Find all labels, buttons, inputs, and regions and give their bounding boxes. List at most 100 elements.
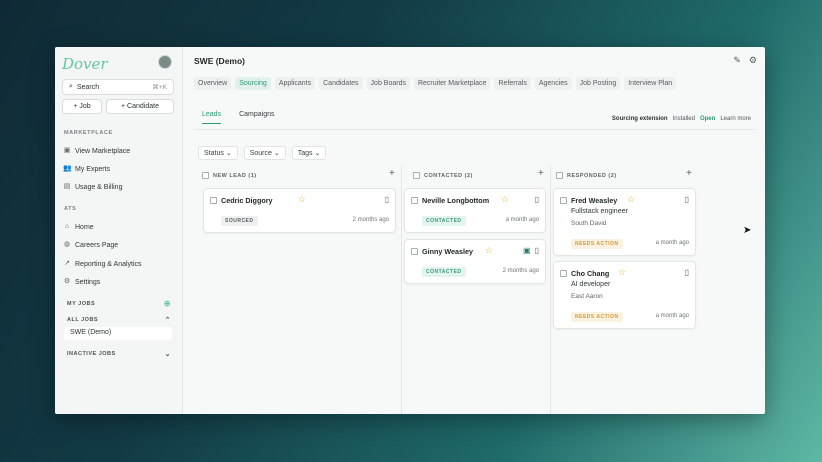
subtab-leads[interactable]: Leads: [202, 111, 222, 124]
candidate-card[interactable]: Cedric Diggory ☆ ▯ SOURCED 2 months ago: [203, 188, 396, 233]
candidate-role: Fullstack engineer: [571, 208, 628, 215]
candidate-card[interactable]: Ginny Weasley ☆ ▣ ▯ CONTACTED 2 months a…: [404, 239, 546, 284]
status-badge: NEEDS ACTION: [571, 239, 623, 249]
source-filter[interactable]: Source ⌄: [243, 146, 286, 160]
card-checkbox[interactable]: [411, 248, 418, 255]
select-all-checkbox[interactable]: [556, 172, 563, 179]
chevron-down-icon: ⌄: [314, 150, 321, 157]
nav-usage-billing[interactable]: ▤ Usage & Billing: [63, 181, 123, 193]
candidate-card[interactable]: Neville Longbottom ☆ ▯ CONTACTED a month…: [404, 188, 546, 233]
timestamp: a month ago: [505, 217, 539, 223]
inactive-jobs-section[interactable]: INACTIVE JOBS ⌄: [67, 350, 171, 358]
tab-referrals[interactable]: Referrals: [494, 77, 531, 90]
select-all-checkbox[interactable]: [413, 172, 420, 179]
column-title: CONTACTED (2): [424, 172, 473, 179]
extension-status: Sourcing extension Installed Open Learn …: [612, 116, 751, 122]
tab-agencies[interactable]: Agencies: [534, 77, 572, 90]
add-candidate-button[interactable]: + Candidate: [106, 99, 174, 114]
search-input[interactable]: ⌕ Search ⌘+K: [62, 79, 174, 95]
globe-icon: ◍: [63, 241, 71, 248]
status-filter[interactable]: Status ⌄: [198, 146, 238, 160]
nav-careers-page[interactable]: ◍ Careers Page: [63, 239, 118, 251]
subtab-campaigns[interactable]: Campaigns: [239, 111, 274, 124]
status-badge: CONTACTED: [422, 216, 466, 226]
nav-label: View Marketplace: [75, 147, 131, 155]
document-icon[interactable]: ▯: [535, 195, 539, 204]
sidebar: Dover ⌕ Search ⌘+K + Job + Candidate MAR…: [55, 47, 183, 414]
nav-settings[interactable]: ⚙ Settings: [63, 276, 100, 288]
tab-interview-plan[interactable]: Interview Plan: [624, 77, 677, 90]
card-checkbox[interactable]: [560, 197, 567, 204]
nav-view-marketplace[interactable]: ▣ View Marketplace: [63, 145, 130, 157]
nav-label: Careers Page: [75, 241, 119, 249]
document-icon[interactable]: ▯: [685, 268, 689, 277]
nav-my-experts[interactable]: 👥 My Experts: [63, 163, 110, 175]
add-responded-icon[interactable]: +: [686, 168, 692, 179]
learn-more-link[interactable]: Learn more: [720, 116, 751, 122]
tags-filter[interactable]: Tags ⌄: [291, 146, 327, 160]
divider: [194, 129, 755, 130]
chevron-down-icon: ⌄: [273, 150, 280, 157]
candidate-location: East Aaron: [571, 293, 603, 300]
mail-icon[interactable]: ▣: [523, 246, 531, 255]
nav-label: Settings: [75, 278, 101, 286]
card-checkbox[interactable]: [560, 270, 567, 277]
job-tabs: Overview Sourcing Applicants Candidates …: [194, 77, 677, 90]
nav-home[interactable]: ⌂ Home: [63, 221, 94, 233]
add-contacted-icon[interactable]: +: [538, 168, 544, 179]
edit-icon[interactable]: ✎: [733, 55, 741, 66]
job-item-swe-demo[interactable]: SWE (Demo): [64, 327, 172, 340]
gear-icon[interactable]: ⚙: [749, 55, 757, 66]
document-icon[interactable]: ▯: [385, 195, 389, 204]
column-header-responded: RESPONDED (2): [556, 172, 617, 179]
select-all-checkbox[interactable]: [202, 172, 209, 179]
column-divider: [550, 165, 551, 414]
document-icon[interactable]: ▯: [535, 246, 539, 255]
tab-candidates[interactable]: Candidates: [319, 77, 363, 90]
candidate-name: Fred Weasley: [571, 196, 618, 205]
add-lead-icon[interactable]: +: [389, 168, 395, 179]
card-checkbox[interactable]: [411, 197, 418, 204]
candidate-card[interactable]: Fred Weasley ☆ ▯ Fullstack engineer Sout…: [553, 188, 696, 256]
nav-label: Reporting & Analytics: [75, 260, 142, 268]
marketplace-title: MARKETPLACE: [64, 130, 113, 136]
tab-overview[interactable]: Overview: [194, 77, 232, 90]
all-jobs-section[interactable]: ALL JOBS ⌃: [67, 316, 171, 324]
tab-recruiter-marketplace[interactable]: Recruiter Marketplace: [413, 77, 491, 90]
document-icon[interactable]: ▯: [685, 195, 689, 204]
home-icon: ⌂: [64, 223, 70, 230]
store-icon: ▣: [63, 147, 71, 154]
tab-job-boards[interactable]: Job Boards: [366, 77, 410, 90]
search-icon: ⌕: [69, 83, 73, 90]
add-job-button[interactable]: + Job: [62, 99, 102, 114]
star-icon[interactable]: ☆: [618, 267, 626, 278]
star-icon[interactable]: ☆: [627, 194, 635, 205]
nav-label: Home: [75, 223, 94, 231]
my-jobs-section[interactable]: MY JOBS ⊕: [67, 299, 171, 308]
status-badge: SOURCED: [221, 216, 258, 226]
gear-icon: ⚙: [63, 278, 71, 285]
add-circle-icon[interactable]: ⊕: [164, 299, 171, 308]
star-icon[interactable]: ☆: [298, 194, 306, 205]
nav-reporting[interactable]: ↗ Reporting & Analytics: [63, 258, 142, 270]
open-link[interactable]: Open: [700, 116, 715, 122]
star-icon[interactable]: ☆: [501, 194, 509, 205]
dover-logo[interactable]: Dover: [62, 55, 108, 73]
my-jobs-label: MY JOBS: [67, 300, 96, 307]
chevron-down-icon: ⌄: [225, 150, 232, 157]
candidate-name: Ginny Weasley: [422, 247, 474, 256]
search-shortcut: ⌘+K: [152, 84, 167, 91]
timestamp: 2 months ago: [352, 217, 389, 223]
candidate-name: Neville Longbottom: [422, 196, 490, 205]
filter-label: Status: [204, 150, 224, 157]
chevron-up-icon: ⌃: [164, 317, 171, 324]
tab-sourcing[interactable]: Sourcing: [235, 77, 271, 90]
avatar[interactable]: [158, 55, 172, 69]
card-checkbox[interactable]: [210, 197, 217, 204]
tab-job-posting[interactable]: Job Posting: [575, 77, 621, 90]
extension-label: Sourcing extension: [611, 116, 668, 122]
tab-applicants[interactable]: Applicants: [274, 77, 316, 90]
status-badge: CONTACTED: [422, 267, 466, 277]
candidate-card[interactable]: Cho Chang ☆ ▯ AI developer East Aaron NE…: [553, 261, 696, 329]
star-icon[interactable]: ☆: [485, 245, 493, 256]
